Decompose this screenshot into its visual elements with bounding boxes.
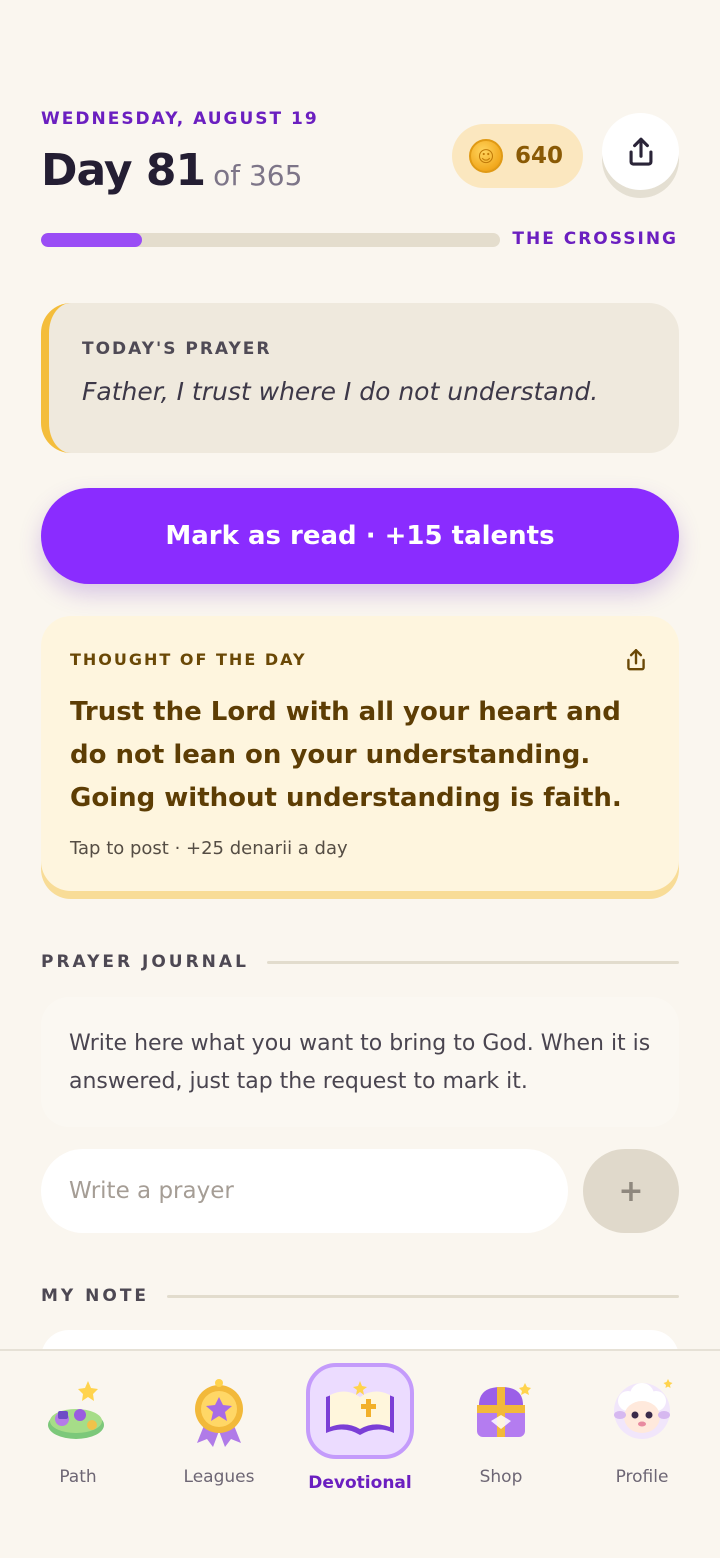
tab-label-shop: Shop [479, 1467, 523, 1487]
tab-shop[interactable]: Shop [431, 1351, 571, 1501]
prayer-journal-title: PRAYER JOURNAL [41, 952, 249, 972]
progress-bar [41, 233, 500, 247]
thought-of-day-card[interactable]: THOUGHT OF THE DAY Trust the Lord with a… [41, 616, 679, 891]
mark-as-read-button[interactable]: Mark as read · +15 talents [41, 488, 679, 584]
tab-devotional[interactable]: Devotional [290, 1351, 430, 1501]
tab-label-profile: Profile [615, 1467, 669, 1487]
progress-fill [41, 233, 142, 247]
divider [266, 960, 679, 964]
thought-share-button[interactable] [622, 646, 650, 674]
coin-count: 640 [515, 143, 564, 169]
tab-profile[interactable]: Profile [572, 1351, 712, 1501]
profile-lamb-icon [606, 1375, 678, 1447]
share-icon [629, 137, 652, 166]
tab-label-path: Path [59, 1467, 97, 1487]
path-icon [42, 1375, 114, 1447]
devotional-book-icon [306, 1363, 414, 1459]
day-counter: Day 81 of 365 [41, 145, 302, 196]
day-total: of 365 [213, 159, 303, 192]
journal-info-card: Write here what you want to bring to God… [41, 997, 679, 1127]
todays-prayer-card: TODAY'S PRAYER Father, I trust where I d… [41, 303, 679, 453]
coin-balance[interactable]: ☺ 640 [452, 124, 583, 188]
tab-path[interactable]: Path [8, 1351, 148, 1501]
thought-label: THOUGHT OF THE DAY [70, 650, 307, 669]
thought-text: Trust the Lord with all your heart and d… [70, 697, 622, 813]
thought-footer: Tap to post · +25 denarii a day [70, 838, 348, 859]
shop-chest-icon [465, 1375, 537, 1447]
tab-label-leagues: Leagues [183, 1467, 255, 1487]
my-note-heading: MY NOTE [41, 1286, 679, 1306]
tab-leagues[interactable]: Leagues [149, 1351, 289, 1501]
my-note-title: MY NOTE [41, 1286, 150, 1306]
prayer-journal-heading: PRAYER JOURNAL [41, 952, 679, 972]
leagues-medal-icon [183, 1375, 255, 1447]
tab-label-devotional: Devotional [308, 1473, 412, 1493]
divider [167, 1294, 679, 1298]
day-number: Day 81 [41, 145, 206, 196]
prayer-text: Father, I trust where I do not understan… [82, 377, 599, 406]
share-button[interactable] [602, 113, 679, 190]
stage-label: THE CROSSING [512, 229, 678, 249]
bottom-tab-bar: Path Leagues Devotional Shop Profile [0, 1349, 720, 1558]
date-label: WEDNESDAY, AUGUST 19 [41, 109, 319, 129]
add-prayer-button[interactable]: + [583, 1149, 679, 1233]
prayer-label: TODAY'S PRAYER [82, 339, 272, 359]
prayer-input[interactable] [41, 1149, 568, 1233]
share-icon [627, 649, 645, 671]
coin-icon: ☺ [469, 139, 503, 173]
